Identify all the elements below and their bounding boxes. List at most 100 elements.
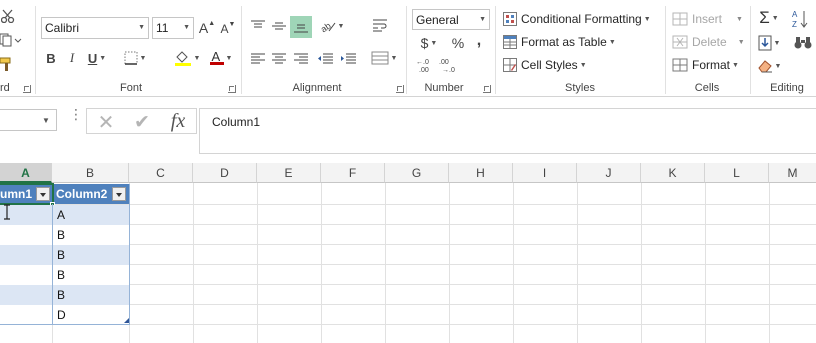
number-format-combobox[interactable]: General ▼ <box>412 9 490 30</box>
accounting-format-button[interactable]: $ ▼ <box>418 34 440 52</box>
bottom-align-button[interactable] <box>290 16 312 38</box>
top-align-icon <box>251 20 265 28</box>
decrease-decimal-button[interactable]: .00 →.0 <box>438 56 458 74</box>
chevron-down-icon[interactable]: ▼ <box>391 55 398 62</box>
chevron-down-icon[interactable]: ▼ <box>738 39 745 46</box>
clear-button[interactable]: ▼ <box>756 56 782 76</box>
chevron-down-icon[interactable]: ▼ <box>644 16 651 23</box>
gridline <box>641 183 642 343</box>
column-header-h[interactable]: H <box>449 163 513 183</box>
clipboard-dialog-launcher[interactable] <box>23 85 31 93</box>
autosum-button[interactable]: Σ ▼ <box>756 8 782 28</box>
column-header-f[interactable]: F <box>321 163 385 183</box>
font-color-button[interactable]: A ▼ <box>207 49 235 67</box>
confirm-entry-button[interactable]: ✔ <box>131 111 153 133</box>
chevron-down-icon[interactable]: ▼ <box>338 23 345 30</box>
column-header-d[interactable]: D <box>193 163 257 183</box>
column-header-a[interactable]: A <box>0 163 52 183</box>
alignment-dialog-launcher[interactable] <box>396 85 404 93</box>
fill-color-button[interactable]: ▼ <box>172 49 202 67</box>
cut-icon[interactable] <box>0 8 16 24</box>
conditional-formatting-button[interactable]: Conditional Formatting ▼ <box>503 9 651 29</box>
align-right-button[interactable] <box>292 50 310 66</box>
table-resize-handle[interactable] <box>124 318 129 323</box>
gridline <box>385 183 386 343</box>
align-left-button[interactable] <box>249 50 267 66</box>
find-select-button[interactable] <box>790 33 816 53</box>
chevron-down-icon[interactable]: ▼ <box>138 24 145 31</box>
chevron-down-icon[interactable]: ▼ <box>775 63 782 70</box>
font-dialog-launcher[interactable] <box>228 85 236 93</box>
formula-bar-resize-handle[interactable]: ⋮ <box>69 107 83 121</box>
decrease-indent-button[interactable] <box>316 50 334 66</box>
italic-button[interactable]: I <box>65 50 79 66</box>
number-dialog-launcher[interactable] <box>483 85 491 93</box>
underline-button[interactable]: U ▼ <box>86 50 108 66</box>
merge-center-button[interactable]: ▼ <box>368 48 400 68</box>
format-as-table-button[interactable]: Format as Table ▼ <box>503 32 616 52</box>
group-divider <box>241 6 242 94</box>
chevron-down-icon[interactable]: ▼ <box>183 24 190 31</box>
chevron-down-icon[interactable]: ▼ <box>99 55 106 62</box>
column-header-i[interactable]: I <box>513 163 577 183</box>
chevron-down-icon[interactable]: ▼ <box>194 55 201 62</box>
chevron-down-icon[interactable]: ▼ <box>479 16 486 23</box>
svg-text:ab: ab <box>320 20 333 33</box>
column-header-b[interactable]: B <box>52 163 129 183</box>
chevron-down-icon[interactable]: ▼ <box>226 55 233 62</box>
align-center-button[interactable] <box>270 50 288 66</box>
borders-button[interactable]: ▼ <box>122 49 148 67</box>
gridline <box>193 183 194 343</box>
column-header-l[interactable]: L <box>705 163 769 183</box>
column-header-m[interactable]: M <box>769 163 816 183</box>
gridline <box>577 183 578 343</box>
bold-button[interactable]: B <box>44 50 58 66</box>
chevron-down-icon[interactable]: ▼ <box>140 55 147 62</box>
format-painter-icon[interactable] <box>0 56 16 72</box>
middle-align-icon <box>272 22 286 30</box>
formula-input[interactable]: Column1 <box>199 108 816 154</box>
close-icon: ✕ <box>97 111 115 134</box>
chevron-down-icon[interactable]: ▼ <box>772 15 779 22</box>
orientation-button[interactable]: ab ▼ <box>318 17 346 35</box>
insert-cells-button[interactable]: Insert ▼ <box>672 9 743 29</box>
chevron-down-icon[interactable]: ▼ <box>774 40 781 47</box>
percent-style-button[interactable]: % <box>449 34 467 52</box>
svg-text:A: A <box>792 10 798 19</box>
top-align-button[interactable] <box>249 17 267 35</box>
column-header-c[interactable]: C <box>129 163 193 183</box>
delete-cells-button[interactable]: Delete ▼ <box>672 32 745 52</box>
comma-style-button[interactable]: , <box>473 32 485 50</box>
font-name-combobox[interactable]: Calibri ▼ <box>41 17 149 39</box>
insert-function-button[interactable]: fx <box>165 110 191 132</box>
chevron-down-icon[interactable]: ▼ <box>732 62 739 69</box>
font-size-combobox[interactable]: 11 ▼ <box>152 17 194 39</box>
text-orientation-icon: ab <box>320 20 335 33</box>
chevron-down-icon[interactable]: ▼ <box>736 16 743 23</box>
worksheet-grid[interactable]: A B C D E F G H I J K L M umn1 Column2 A… <box>0 163 816 343</box>
chevron-down-icon[interactable]: ▼ <box>580 62 587 69</box>
middle-align-button[interactable] <box>270 17 288 35</box>
cell-styles-button[interactable]: Cell Styles ▼ <box>503 55 587 75</box>
column-header-e[interactable]: E <box>257 163 321 183</box>
chevron-down-icon[interactable]: ▼ <box>42 116 50 125</box>
format-as-table-icon <box>503 35 517 49</box>
increase-font-size-button[interactable]: A ▲ <box>199 19 215 37</box>
column-header-k[interactable]: K <box>641 163 705 183</box>
sort-filter-button[interactable]: AZ <box>790 8 816 30</box>
column-header-j[interactable]: J <box>577 163 641 183</box>
copy-icon[interactable] <box>0 32 22 48</box>
paint-bucket-icon <box>174 51 191 66</box>
increase-indent-button[interactable] <box>339 50 357 66</box>
percent-icon: % <box>451 35 465 51</box>
format-as-table-label: Format as Table <box>521 35 607 49</box>
fill-button[interactable]: ▼ <box>756 33 782 53</box>
increase-decimal-button[interactable]: ←.0.00 <box>415 56 435 74</box>
chevron-down-icon[interactable]: ▼ <box>609 39 616 46</box>
wrap-text-button[interactable] <box>371 15 389 35</box>
column-header-g[interactable]: G <box>385 163 449 183</box>
format-cells-button[interactable]: Format ▼ <box>672 55 739 75</box>
chevron-down-icon[interactable]: ▼ <box>430 40 437 47</box>
cancel-entry-button[interactable]: ✕ <box>95 111 117 134</box>
decrease-font-size-button[interactable]: A ▼ <box>220 20 236 38</box>
